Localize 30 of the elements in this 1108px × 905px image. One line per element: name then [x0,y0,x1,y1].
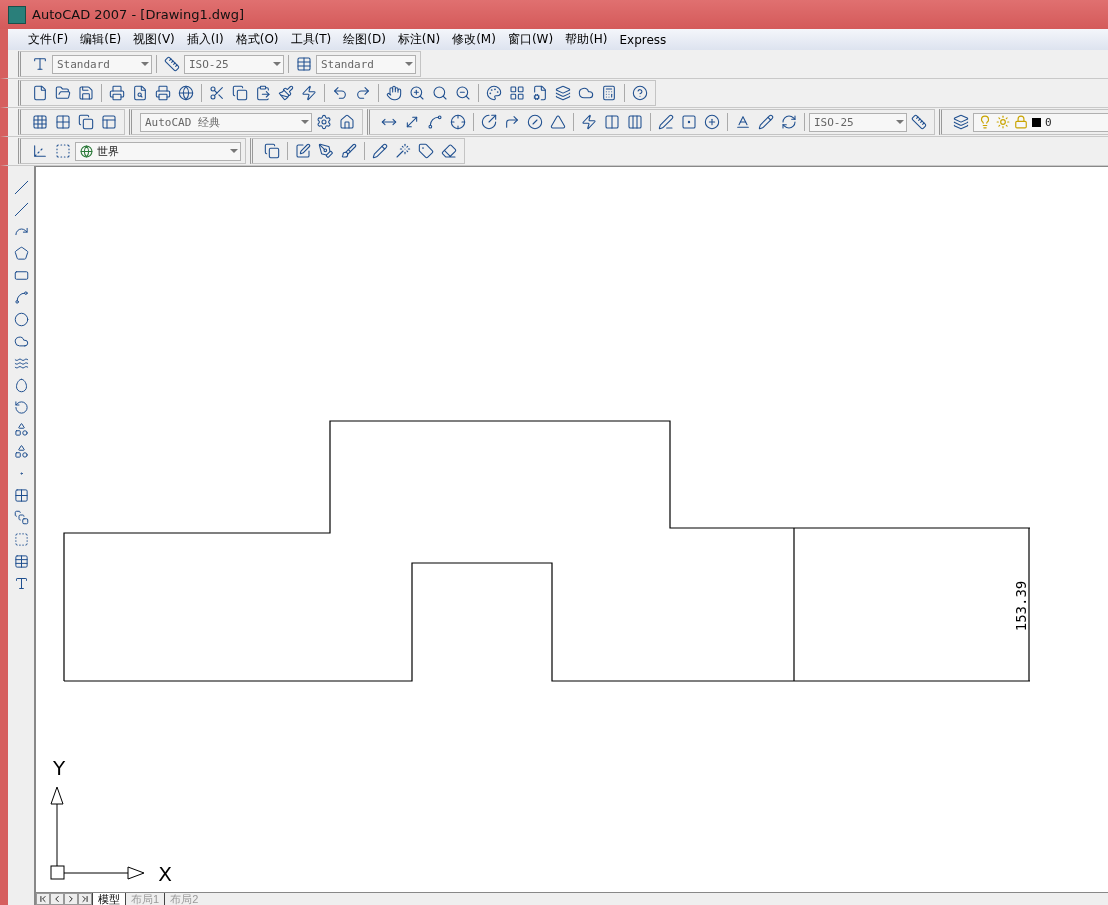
menu-item[interactable]: 文件(F) [22,31,75,48]
menu-item[interactable]: 帮助(H) [559,31,614,48]
menu-item[interactable]: 格式(O) [229,31,285,48]
menu-item[interactable]: Express [613,32,673,47]
next-icon[interactable] [64,893,78,905]
text-style-dropdown[interactable]: Standard [52,54,152,74]
menu-item[interactable]: 插入(I) [180,31,230,48]
last-icon[interactable] [78,893,92,905]
dimension-text: 153.39 [1013,580,1029,632]
ucs-dropdown[interactable]: 世界 [75,141,241,161]
window-title: AutoCAD 2007 - [Drawing1.dwg] [32,7,245,22]
axis-label: Y [52,756,66,780]
menu-item[interactable]: 编辑(E) [74,31,128,48]
menu-item[interactable]: 标注(N) [391,31,447,48]
menu-item[interactable]: 工具(T) [284,31,338,48]
dimension-style-dropdown[interactable]: ISO-25 [809,112,907,132]
color-swatch [1032,117,1041,127]
workspace-dropdown[interactable]: AutoCAD 经典 [140,112,312,132]
layout-tab[interactable]: 模型 [92,893,125,905]
menu-item[interactable]: 修改(M) [446,31,502,48]
axis-label: X [158,862,172,886]
globe-icon [80,144,93,158]
menu-item[interactable]: 视图(V) [127,31,181,48]
table-style-dropdown[interactable]: Standard [316,54,416,74]
first-icon[interactable] [36,893,50,905]
dimension-style-dropdown[interactable]: ISO-25 [184,54,284,74]
menu-item[interactable]: 窗口(W) [501,31,560,48]
previous-icon[interactable] [50,893,64,905]
app-icon [8,5,26,24]
menu-item[interactable]: 绘图(D) [337,31,392,48]
